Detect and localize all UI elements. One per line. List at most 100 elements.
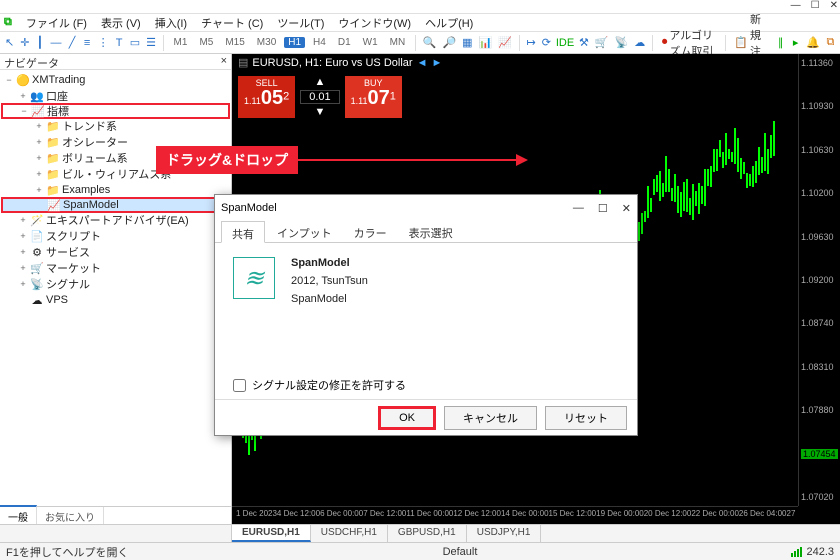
- text-icon[interactable]: T: [114, 34, 125, 52]
- nav-tab-favorites[interactable]: お気に入り: [37, 507, 104, 524]
- chart-bars-icon[interactable]: ▦: [461, 34, 473, 52]
- chart-tabs: EURUSD,H1 USDCHF,H1 GBPUSD,H1 USDJPY,H1: [0, 524, 840, 542]
- signals-icon[interactable]: 📡: [614, 34, 630, 52]
- tf-m30[interactable]: M30: [253, 37, 280, 48]
- status-profile[interactable]: Default: [443, 546, 478, 558]
- tf-h1[interactable]: H1: [284, 37, 305, 48]
- alerts-icon[interactable]: 🔔: [805, 34, 821, 52]
- time-axis: 1 Dec 20234 Dec 12:006 Dec 00:007 Dec 12…: [232, 506, 798, 524]
- autoscroll-icon[interactable]: ⟳: [541, 34, 552, 52]
- vps-icon[interactable]: ☁: [633, 34, 646, 52]
- separator: [163, 35, 164, 51]
- toolbar: ↖ ✛ ┃ — ╱ ≡ ⋮ T ▭ ☰ M1 M5 M15 M30 H1 H4 …: [0, 32, 840, 54]
- menu-view[interactable]: 表示 (V): [95, 14, 147, 32]
- menu-chart[interactable]: チャート (C): [195, 14, 269, 32]
- objects-icon[interactable]: ☰: [145, 34, 157, 52]
- tree-node-サービス[interactable]: +⚙サービス: [2, 244, 229, 260]
- dialog-tab-colors[interactable]: カラー: [344, 221, 397, 242]
- chart-tab-usdchf[interactable]: USDCHF,H1: [311, 525, 388, 542]
- chart-tab-usdjpy[interactable]: USDJPY,H1: [467, 525, 542, 542]
- trendline-icon[interactable]: ╱: [67, 34, 78, 52]
- cancel-button[interactable]: キャンセル: [444, 406, 537, 430]
- crosshair-icon[interactable]: ✛: [19, 34, 30, 52]
- indicator-icon: ≋: [233, 257, 275, 299]
- chart-tab-gbpusd[interactable]: GBPUSD,H1: [388, 525, 467, 542]
- app-logo-icon: ⧉: [4, 16, 12, 29]
- arrow-icon: [298, 159, 518, 161]
- separator: [725, 35, 726, 51]
- tf-m15[interactable]: M15: [221, 37, 248, 48]
- separator: [415, 35, 416, 51]
- tree-node-指標[interactable]: −📈指標: [1, 103, 230, 119]
- annotation-drag-drop: ドラッグ&ドロップ: [156, 146, 518, 174]
- fibo-icon[interactable]: ⋮: [97, 34, 110, 52]
- dialog-tab-common[interactable]: 共有: [221, 221, 265, 243]
- indicator-desc: SpanModel: [291, 293, 368, 305]
- zoom-in-icon[interactable]: 🔍: [422, 34, 438, 52]
- dialog-minimize-icon[interactable]: —: [573, 202, 584, 215]
- ide-icon[interactable]: IDE: [556, 34, 574, 52]
- equidistant-icon[interactable]: ≡: [82, 34, 93, 52]
- chart-line-icon[interactable]: 📈: [497, 34, 513, 52]
- tree-node-シグナル[interactable]: +📡シグナル: [2, 276, 229, 292]
- tree-node-エキスパートアドバイザ(EA)[interactable]: +🪄エキスパートアドバイザ(EA): [2, 212, 229, 228]
- tree-root[interactable]: −🟡XMTrading: [2, 72, 229, 88]
- tree-node-スクリプト[interactable]: +📄スクリプト: [2, 228, 229, 244]
- navigator-tabs: 一般 お気に入り: [0, 506, 231, 524]
- tree-node-マーケット[interactable]: +🛒マーケット: [2, 260, 229, 276]
- chart-tab-eurusd[interactable]: EURUSD,H1: [232, 525, 311, 542]
- dialog-tab-inputs[interactable]: インプット: [267, 221, 342, 242]
- label-icon[interactable]: ▭: [129, 34, 141, 52]
- dialog-tab-visual[interactable]: 表示選択: [399, 221, 463, 242]
- reset-button[interactable]: リセット: [545, 406, 627, 430]
- nav-tab-general[interactable]: 一般: [0, 505, 37, 524]
- cursor-icon[interactable]: ↖: [4, 34, 15, 52]
- tester-icon[interactable]: ⚒: [578, 34, 590, 52]
- tree-node-SpanModel[interactable]: 📈SpanModel: [1, 197, 230, 213]
- navigator-tree: −🟡XMTrading +👥口座−📈指標+📁トレンド系+📁オシレーター+📁ボリュ…: [0, 70, 231, 506]
- shift-icon[interactable]: ↦: [526, 34, 537, 52]
- menu-help[interactable]: ヘルプ(H): [419, 14, 479, 32]
- tf-d1[interactable]: D1: [334, 37, 355, 48]
- tf-mn[interactable]: MN: [386, 37, 410, 48]
- signal-bars-icon: [791, 547, 802, 557]
- dialog-maximize-icon[interactable]: ☐: [598, 202, 608, 215]
- menu-tools[interactable]: ツール(T): [271, 14, 330, 32]
- vline-icon[interactable]: ┃: [34, 34, 45, 52]
- menu-file[interactable]: ファイル (F): [20, 14, 93, 32]
- tree-node-Examples[interactable]: +📁Examples: [2, 182, 229, 198]
- chart-candles-icon[interactable]: 📊: [478, 34, 494, 52]
- play-icon[interactable]: ∥: [775, 34, 786, 52]
- ok-button[interactable]: OK: [378, 406, 436, 430]
- price-axis: 1.113601.109301.106301.102001.096301.092…: [798, 54, 840, 506]
- minimize-icon[interactable]: —: [791, 0, 801, 11]
- step-icon[interactable]: ▸: [790, 34, 801, 52]
- maximize-icon[interactable]: ☐: [811, 0, 820, 11]
- status-help: F1を押してヘルプを開く: [6, 544, 129, 560]
- tf-h4[interactable]: H4: [309, 37, 330, 48]
- tree-node-VPS[interactable]: ☁VPS: [2, 292, 229, 308]
- tf-m1[interactable]: M1: [170, 37, 192, 48]
- tf-w1[interactable]: W1: [359, 37, 382, 48]
- indicator-properties-dialog: SpanModel — ☐ ✕ 共有 インプット カラー 表示選択 ≋ Span…: [214, 194, 638, 436]
- separator: [519, 35, 520, 51]
- market-icon[interactable]: 🛒: [594, 34, 610, 52]
- dialog-titlebar[interactable]: SpanModel — ☐ ✕: [215, 195, 637, 221]
- allow-modify-checkbox[interactable]: シグナル設定の修正を許可する: [233, 377, 619, 393]
- dialog-close-icon[interactable]: ✕: [622, 202, 631, 215]
- tree-node-トレンド系[interactable]: +📁トレンド系: [2, 118, 229, 134]
- hline-icon[interactable]: —: [50, 34, 63, 52]
- status-bar: F1を押してヘルプを開く Default 242.3: [0, 542, 840, 560]
- menu-insert[interactable]: 挿入(I): [149, 14, 193, 32]
- tf-m5[interactable]: M5: [195, 37, 217, 48]
- navigator-title: ナビゲータ ×: [0, 54, 231, 70]
- zoom-out-icon[interactable]: 🔎: [441, 34, 457, 52]
- mail-icon[interactable]: ⧉: [825, 34, 836, 52]
- connection-status[interactable]: 242.3: [791, 546, 834, 558]
- indicator-copyright: 2012, TsunTsun: [291, 275, 368, 287]
- close-icon[interactable]: ✕: [830, 0, 838, 11]
- menu-window[interactable]: ウインドウ(W): [332, 14, 417, 32]
- checkbox-input[interactable]: [233, 379, 246, 392]
- panel-close-icon[interactable]: ×: [221, 55, 227, 68]
- tree-node-口座[interactable]: +👥口座: [2, 88, 229, 104]
